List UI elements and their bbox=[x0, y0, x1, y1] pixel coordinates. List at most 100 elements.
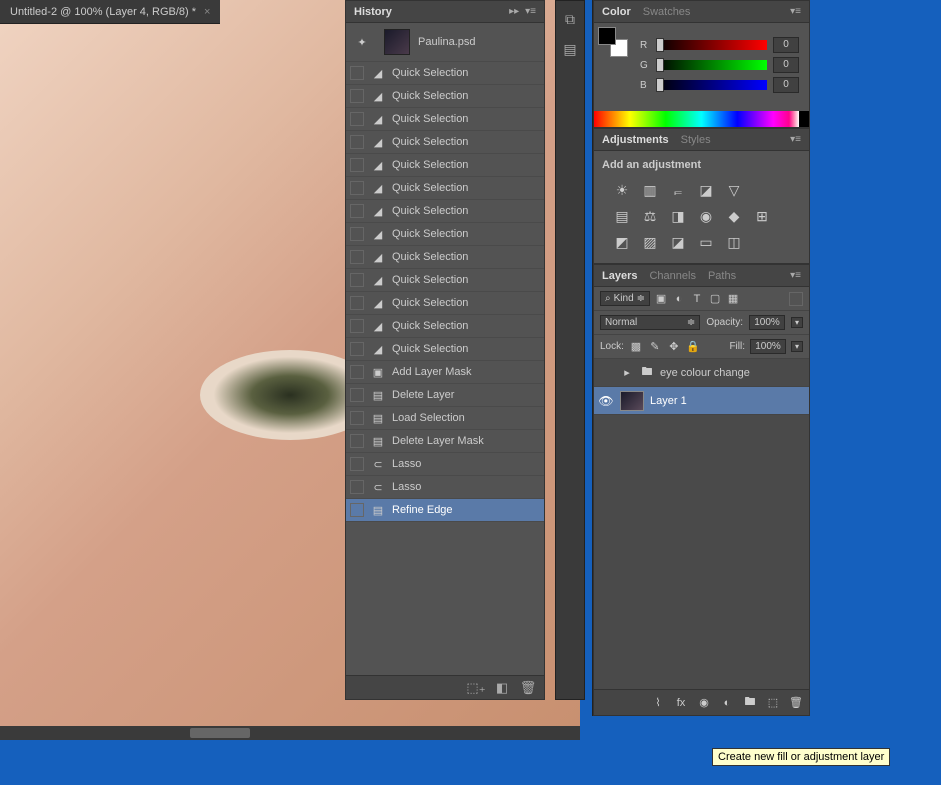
history-checkbox[interactable] bbox=[350, 480, 364, 494]
hue-icon[interactable]: ▤ bbox=[612, 207, 632, 225]
history-item[interactable]: ▣ Add Layer Mask bbox=[346, 361, 544, 384]
filter-shape-icon[interactable]: ▢ bbox=[708, 292, 722, 306]
threshold-icon[interactable]: ◪ bbox=[668, 233, 688, 251]
selective-color-icon[interactable]: ◫ bbox=[724, 233, 744, 251]
history-item[interactable]: ◢ Quick Selection bbox=[346, 177, 544, 200]
history-checkbox[interactable] bbox=[350, 158, 364, 172]
history-checkbox[interactable] bbox=[350, 503, 364, 517]
history-item[interactable]: ▤ Load Selection bbox=[346, 407, 544, 430]
history-checkbox[interactable] bbox=[350, 112, 364, 126]
history-checkbox[interactable] bbox=[350, 66, 364, 80]
history-item[interactable]: ⊂ Lasso bbox=[346, 453, 544, 476]
lookup-icon[interactable]: ⊞ bbox=[752, 207, 772, 225]
history-item[interactable]: ▤ Refine Edge bbox=[346, 499, 544, 522]
history-item[interactable]: ◢ Quick Selection bbox=[346, 131, 544, 154]
posterize-icon[interactable]: ▨ bbox=[640, 233, 660, 251]
invert-icon[interactable]: ◩ bbox=[612, 233, 632, 251]
photo-filter-icon[interactable]: ◉ bbox=[696, 207, 716, 225]
history-tab[interactable]: History bbox=[354, 6, 392, 18]
layer-row[interactable]: ▸🖿 eye colour change bbox=[594, 359, 809, 387]
history-checkbox[interactable] bbox=[350, 365, 364, 379]
history-checkbox[interactable] bbox=[350, 204, 364, 218]
filter-kind-select[interactable]: ⌕ Kind ≑ bbox=[600, 291, 650, 306]
brightness-icon[interactable]: ☀ bbox=[612, 181, 632, 199]
green-value[interactable]: 0 bbox=[773, 57, 799, 73]
channels-tab[interactable]: Channels bbox=[649, 270, 695, 282]
history-item[interactable]: ▤ Delete Layer bbox=[346, 384, 544, 407]
close-icon[interactable]: × bbox=[204, 6, 210, 18]
blue-value[interactable]: 0 bbox=[773, 77, 799, 93]
layer-mask-icon[interactable]: ◉ bbox=[697, 696, 711, 710]
exposure-icon[interactable]: ◪ bbox=[696, 181, 716, 199]
color-spectrum[interactable] bbox=[594, 111, 809, 127]
history-checkbox[interactable] bbox=[350, 181, 364, 195]
history-checkbox[interactable] bbox=[350, 342, 364, 356]
history-item[interactable]: ▤ Delete Layer Mask bbox=[346, 430, 544, 453]
slider-thumb[interactable] bbox=[656, 78, 664, 92]
trash-icon[interactable]: 🗑 bbox=[789, 696, 803, 710]
channel-mixer-icon[interactable]: ◆ bbox=[724, 207, 744, 225]
paths-tab[interactable]: Paths bbox=[708, 270, 736, 282]
swatches-tab[interactable]: Swatches bbox=[643, 6, 691, 18]
layer-row[interactable]: 👁 Layer 1 bbox=[594, 387, 809, 415]
visibility-icon[interactable]: 👁 bbox=[598, 394, 614, 408]
color-tab[interactable]: Color bbox=[602, 6, 631, 18]
history-checkbox[interactable] bbox=[350, 273, 364, 287]
snapshot-icon[interactable]: ◧ bbox=[494, 680, 510, 696]
fill-stepper[interactable]: ▾ bbox=[791, 341, 803, 352]
layer-name[interactable]: Layer 1 bbox=[650, 395, 687, 407]
filter-type-icon[interactable]: T bbox=[690, 292, 704, 306]
history-checkbox[interactable] bbox=[350, 89, 364, 103]
styles-tab[interactable]: Styles bbox=[681, 134, 711, 146]
gradient-map-icon[interactable]: ▭ bbox=[696, 233, 716, 251]
opacity-input[interactable]: 100% bbox=[749, 315, 785, 330]
green-slider[interactable] bbox=[656, 60, 767, 70]
history-checkbox[interactable] bbox=[350, 388, 364, 402]
history-checkbox[interactable] bbox=[350, 135, 364, 149]
filter-adjustment-icon[interactable]: ◐ bbox=[672, 292, 686, 306]
history-item[interactable]: ◢ Quick Selection bbox=[346, 62, 544, 85]
document-tab[interactable]: Untitled-2 @ 100% (Layer 4, RGB/8) * × bbox=[0, 0, 220, 24]
red-value[interactable]: 0 bbox=[773, 37, 799, 53]
panel-menu-icon[interactable]: ▾≡ bbox=[525, 6, 536, 17]
bw-icon[interactable]: ◨ bbox=[668, 207, 688, 225]
history-item[interactable]: ◢ Quick Selection bbox=[346, 315, 544, 338]
new-layer-icon[interactable]: ⬚ bbox=[766, 696, 780, 710]
history-checkbox[interactable] bbox=[350, 250, 364, 264]
foreground-color[interactable] bbox=[598, 27, 616, 45]
history-item[interactable]: ◢ Quick Selection bbox=[346, 292, 544, 315]
dock-icon-1[interactable]: ⧉ bbox=[558, 7, 582, 31]
history-item[interactable]: ◢ Quick Selection bbox=[346, 85, 544, 108]
collapse-icon[interactable]: ▸▸ bbox=[509, 6, 519, 17]
layer-name[interactable]: eye colour change bbox=[660, 367, 750, 379]
blue-slider[interactable] bbox=[656, 80, 767, 90]
create-document-icon[interactable]: ⬚₊ bbox=[468, 680, 484, 696]
red-slider[interactable] bbox=[656, 40, 767, 50]
horizontal-scrollbar[interactable] bbox=[0, 726, 580, 740]
trash-icon[interactable]: 🗑 bbox=[520, 680, 536, 696]
history-item[interactable]: ◢ Quick Selection bbox=[346, 269, 544, 292]
scrollbar-thumb[interactable] bbox=[190, 728, 250, 738]
history-checkbox[interactable] bbox=[350, 457, 364, 471]
filter-smart-icon[interactable]: ▦ bbox=[726, 292, 740, 306]
history-item[interactable]: ◢ Quick Selection bbox=[346, 223, 544, 246]
filter-toggle[interactable] bbox=[789, 292, 803, 306]
history-checkbox[interactable] bbox=[350, 319, 364, 333]
fill-input[interactable]: 100% bbox=[750, 339, 786, 354]
vibrance-icon[interactable]: ▽ bbox=[724, 181, 744, 199]
blend-mode-select[interactable]: Normal ≑ bbox=[600, 315, 700, 330]
panel-menu-icon[interactable]: ▾≡ bbox=[790, 134, 801, 145]
panel-menu-icon[interactable]: ▾≡ bbox=[790, 6, 801, 17]
group-icon[interactable]: 🖿 bbox=[743, 696, 757, 710]
lock-paint-icon[interactable]: ✎ bbox=[648, 340, 662, 354]
filter-pixel-icon[interactable]: ▣ bbox=[654, 292, 668, 306]
history-source-row[interactable]: ✦ Paulina.psd bbox=[346, 23, 544, 62]
opacity-stepper[interactable]: ▾ bbox=[791, 317, 803, 328]
expand-icon[interactable]: ▸ bbox=[620, 366, 634, 380]
history-checkbox[interactable] bbox=[350, 434, 364, 448]
history-item[interactable]: ◢ Quick Selection bbox=[346, 246, 544, 269]
panel-menu-icon[interactable]: ▾≡ bbox=[790, 270, 801, 281]
levels-icon[interactable]: ▥ bbox=[640, 181, 660, 199]
balance-icon[interactable]: ⚖ bbox=[640, 207, 660, 225]
slider-thumb[interactable] bbox=[656, 58, 664, 72]
